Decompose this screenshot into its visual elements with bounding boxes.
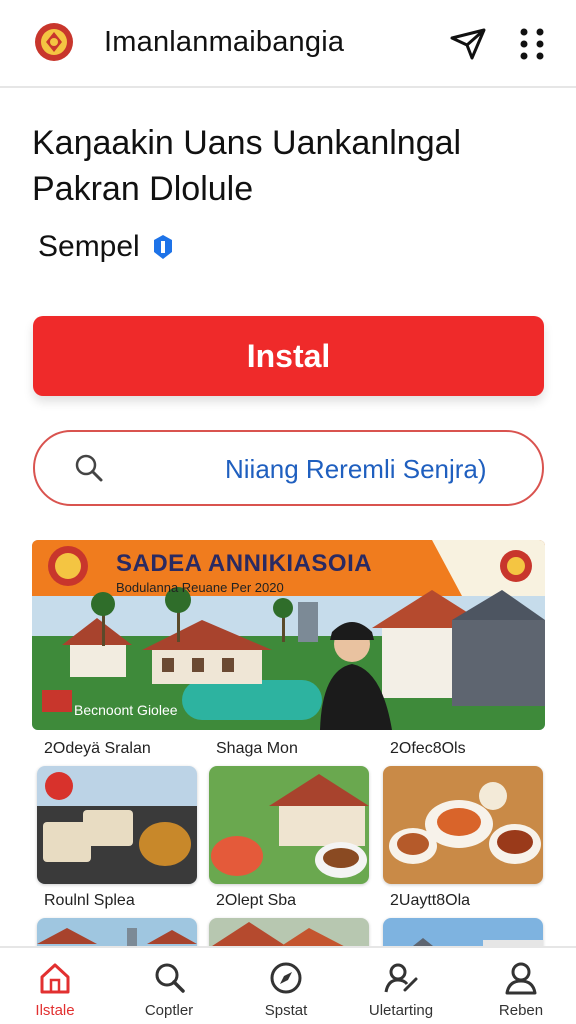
house-garden-image: [209, 766, 369, 884]
search-icon: [75, 454, 103, 482]
banner-footer: Becnoont Giolee: [74, 702, 178, 718]
subtitle-row: Sempel: [38, 230, 176, 264]
nav-item-profile[interactable]: Reben: [466, 956, 576, 1024]
category-card-dishes[interactable]: [383, 766, 543, 884]
search-icon: [155, 963, 185, 993]
verified-badge-icon: [153, 235, 172, 259]
category-label: 2Odeyä Sralan: [44, 740, 151, 757]
search-placeholder: Niiang Reremli Senjra): [225, 454, 487, 484]
top-app-bar: Imanlanmaibangia: [0, 0, 576, 88]
page-title: Kaŋaakin Uans Uankanlngal Pakran Dlolule: [32, 124, 462, 208]
nav-label: Coptler: [144, 1002, 194, 1019]
category-label: Roulnl Splea: [44, 892, 135, 909]
category-card-house[interactable]: [209, 766, 369, 884]
install-button[interactable]: Instal: [33, 316, 544, 396]
promo-banner[interactable]: SADEA ANNIKIASOIA Bodulanna Reuane Per 2…: [32, 540, 545, 730]
home-icon: [40, 963, 70, 994]
nav-label: Uletarting: [368, 1002, 434, 1019]
app-title: Imanlanmaibangia: [104, 26, 345, 58]
nav-item-explore[interactable]: Spstat: [231, 956, 341, 1024]
food-box-image: [37, 766, 197, 884]
emblem-logo-icon[interactable]: [32, 20, 76, 64]
category-card-food-box[interactable]: [37, 766, 197, 884]
user-edit-icon: [384, 963, 418, 993]
banner-subtitle: Bodulanna Reuane Per 2020: [116, 580, 284, 595]
search-bar[interactable]: Niiang Reremli Senjra): [33, 430, 544, 506]
nav-item-search[interactable]: Coptler: [114, 956, 224, 1024]
bottom-navigation: Ilstale Coptler Spstat Uletarting Reben: [0, 946, 576, 1024]
banner-title: SADEA ANNIKIASOIA: [116, 550, 373, 577]
nav-label: Ilstale: [35, 1002, 75, 1019]
nav-label: Spstat: [264, 1002, 308, 1019]
category-label: Shaga Mon: [216, 740, 298, 757]
dishes-image: [383, 766, 543, 884]
category-label: 2Olept Sba: [216, 892, 297, 909]
category-label: 2Ofec8Ols: [390, 740, 466, 757]
subtitle-text: Sempel: [38, 230, 140, 263]
nav-item-home[interactable]: Ilstale: [0, 956, 110, 1024]
send-icon[interactable]: [448, 24, 488, 64]
profile-icon: [505, 962, 537, 995]
more-vertical-icon[interactable]: [512, 24, 552, 64]
nav-label: Reben: [498, 1002, 544, 1019]
category-label: 2Uaytt8Ola: [390, 892, 471, 909]
nav-item-marketing[interactable]: Uletarting: [346, 956, 456, 1024]
compass-icon: [270, 962, 302, 994]
